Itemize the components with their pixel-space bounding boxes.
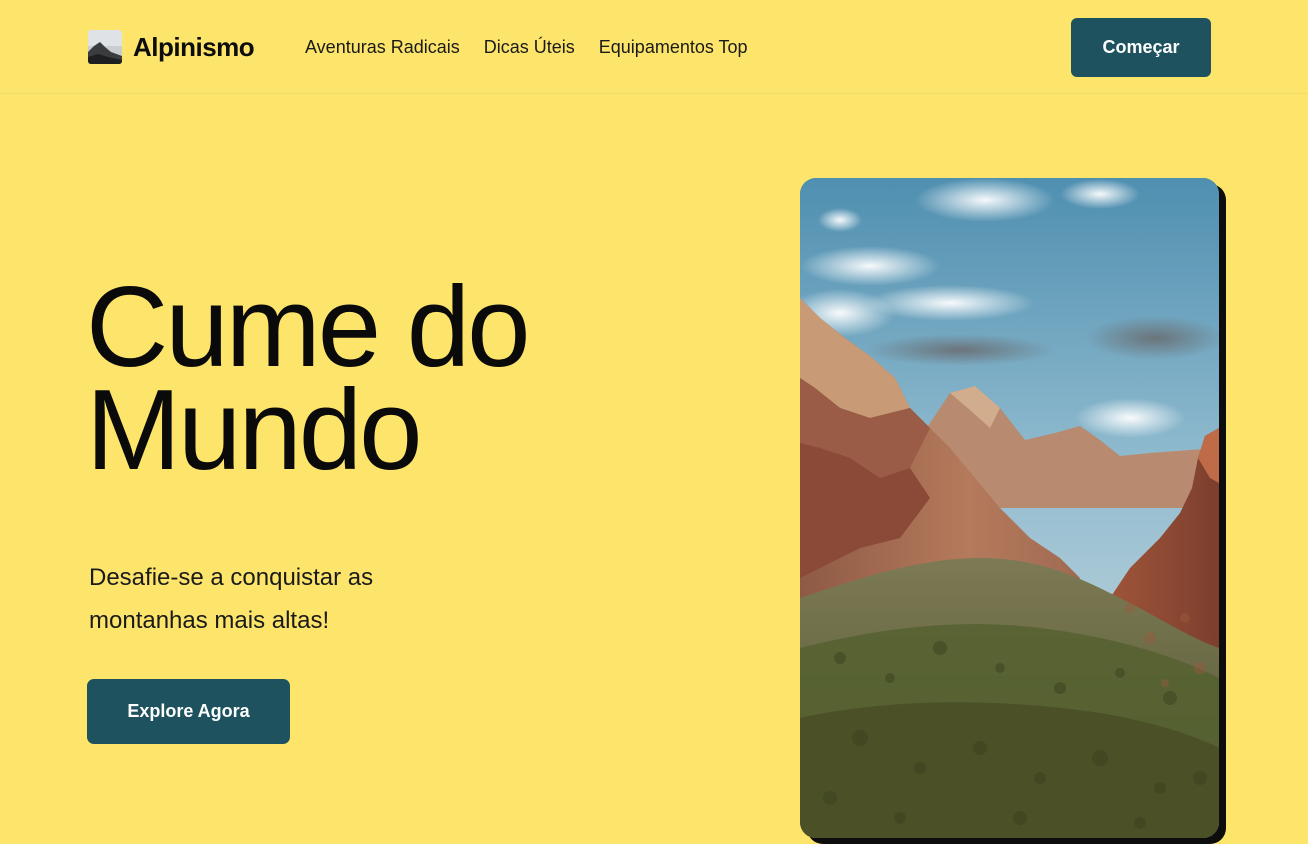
- mountain-photo-icon: [88, 30, 122, 64]
- nav-link-equipamentos-top[interactable]: Equipamentos Top: [599, 37, 748, 58]
- hero-subtitle-line-1: Desafie-se a conquistar as: [89, 564, 374, 591]
- logo-text: Alpinismo: [133, 31, 255, 62]
- site-header: Alpinismo Aventuras Radicais Dicas Úteis…: [0, 0, 1308, 94]
- hero-subtitle-line-2: montanhas mais altas!: [89, 607, 330, 634]
- nav-link-aventuras-radicais[interactable]: Aventuras Radicais: [305, 37, 460, 58]
- hero-title-line-2: Mundo: [86, 367, 423, 494]
- hero-title: Cume do Mundo: [86, 264, 531, 494]
- logo[interactable]: Alpinismo: [88, 30, 255, 64]
- hero-subtitle: Desafie-se a conquistar as montanhas mai…: [89, 556, 449, 642]
- nav-link-dicas-uteis[interactable]: Dicas Úteis: [484, 37, 575, 58]
- hero-canyon-image: [800, 178, 1219, 838]
- main-nav: Aventuras Radicais Dicas Úteis Equipamen…: [305, 37, 748, 58]
- explore-agora-button[interactable]: Explore Agora: [87, 679, 290, 744]
- hero-title-line-1: Cume do: [86, 264, 531, 391]
- comecar-button[interactable]: Começar: [1071, 18, 1211, 77]
